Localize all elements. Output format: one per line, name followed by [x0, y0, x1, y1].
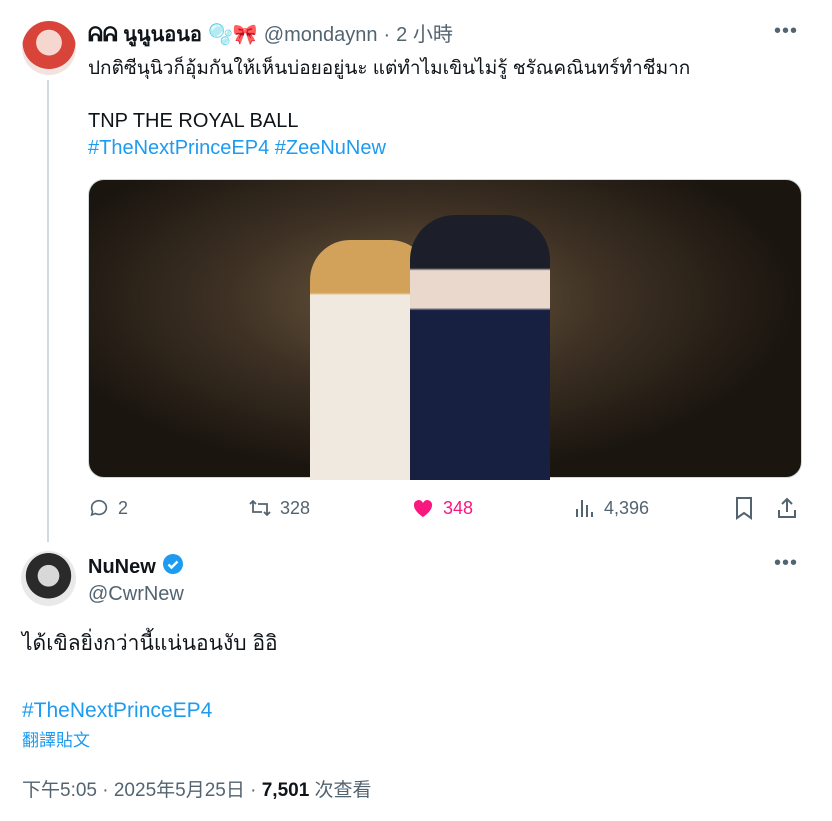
timestamp[interactable]: 2 小時: [396, 22, 453, 48]
translate-post-link[interactable]: 翻譯貼文: [22, 730, 90, 752]
media-figure-right: [410, 215, 550, 480]
heart-icon: [411, 497, 435, 519]
share-icon: [776, 496, 798, 520]
avatar[interactable]: [22, 21, 76, 75]
tweet-text-line2: TNP THE ROYAL BALL: [88, 110, 299, 132]
hashtag-link[interactable]: #TheNextPrinceEP4: [22, 697, 212, 725]
like-count: 348: [443, 497, 474, 518]
display-name-row: NuNew: [88, 553, 184, 581]
retweet-count: 328: [280, 497, 311, 518]
bookmark-button[interactable]: [734, 495, 754, 521]
more-options-icon[interactable]: •••: [774, 552, 798, 575]
views-button[interactable]: 4,396: [574, 495, 649, 521]
display-name[interactable]: ᕱᕱ นูนูนอนอ: [88, 22, 202, 48]
verified-badge-icon: [162, 553, 184, 581]
reply-count: 2: [118, 497, 129, 518]
like-button[interactable]: 348: [411, 495, 473, 521]
hashtag-links[interactable]: #TheNextPrinceEP4 #ZeeNuNew: [88, 135, 386, 161]
more-options-icon[interactable]: •••: [774, 20, 798, 43]
share-button[interactable]: [776, 495, 798, 521]
views-count: 7,501: [261, 780, 310, 801]
bookmark-icon: [734, 496, 754, 520]
retweet-button[interactable]: 328: [248, 495, 310, 521]
handle[interactable]: @CwrNew: [88, 581, 184, 607]
display-name[interactable]: NuNew: [88, 556, 156, 579]
views-label: 次查看: [309, 780, 372, 801]
timestamp[interactable]: 下午5:05 · 2025年5月25日 ·: [22, 780, 262, 801]
separator: ·: [383, 24, 391, 46]
tweet-text: ได้เขิลยิ่งกว่านี้แน่นอนงับ อิอิ: [22, 632, 278, 655]
name-emojis: 🫧🎀: [207, 24, 258, 46]
tweet-meta: 下午5:05 · 2025年5月25日 · 7,501 次查看: [22, 778, 372, 804]
avatar[interactable]: [21, 551, 76, 606]
view-count: 4,396: [604, 497, 650, 518]
reply-button[interactable]: 2: [88, 495, 128, 521]
tweet-text-line1: ปกติซีนุนิวก็อุ้มกันให้เห็นบ่อยอยู่นะ แต…: [88, 58, 691, 79]
retweet-icon: [248, 497, 272, 519]
thread-connector-line: [47, 80, 49, 542]
handle[interactable]: @mondaynn: [264, 22, 378, 48]
analytics-icon: [574, 497, 596, 519]
tweet-header: ᕱᕱ นูนูนอนอ 🫧🎀 @mondaynn · 2 小時: [88, 22, 453, 48]
reply-icon: [88, 497, 110, 519]
